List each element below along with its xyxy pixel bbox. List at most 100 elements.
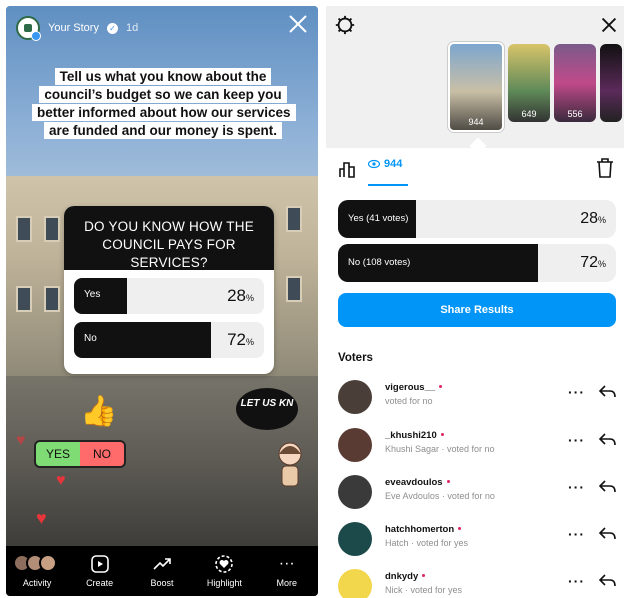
story-avatar[interactable] [16,16,41,41]
story-thumbnails-area: 944 649 556 [326,6,624,148]
result-label: No (108 votes) [348,257,411,268]
poll-option-percent: 28% [227,286,254,305]
thumbs-up-sticker: 👍 [80,395,118,428]
boost-button[interactable]: Boost [134,554,190,588]
yes-sticker-label: YES [36,442,80,466]
more-options-icon[interactable]: ··· [568,432,585,448]
more-options-icon[interactable]: ··· [568,384,585,400]
poll-option-label: Yes [84,289,101,300]
story-caption: Tell us what you know about the council’… [32,68,296,140]
reply-icon[interactable] [598,526,616,542]
poll-option-percent: 72% [227,330,254,349]
more-icon: ··· [278,555,295,572]
result-percent: 28% [580,210,606,227]
reels-icon [90,555,109,573]
voter-username[interactable]: vigerous__ [385,382,443,393]
gear-icon[interactable] [334,14,356,36]
boost-label: Boost [150,578,174,588]
voter-row[interactable]: vigerous__voted for no ··· [338,378,618,418]
result-label: Yes (41 votes) [348,213,409,224]
unread-dot-icon [458,527,462,530]
avatar[interactable] [338,380,372,414]
unread-dot-icon [446,480,450,483]
eye-icon [368,159,380,169]
result-bar-yes: Yes (41 votes) 28% [338,200,616,238]
reply-icon[interactable] [598,384,616,400]
story-thumbnail-strip: 944 649 556 [448,42,622,132]
more-button[interactable]: ··· More [259,554,315,588]
let-us-know-sticker: LET US KN [236,388,298,430]
poll-option-yes[interactable]: Yes 28% [74,278,264,314]
voter-row[interactable]: hatchhomerton Hatch · voted for yes ··· [338,520,618,560]
voter-row[interactable]: _khushi210 Khushi Sagar · voted for no ··· [338,426,618,466]
story-thumbnail[interactable] [600,44,622,122]
girl-sticker [278,442,302,487]
story-view: Your Story ✓ 1d Tell us what you know ab… [6,6,318,596]
activity-label: Activity [22,578,52,588]
poll-sticker[interactable]: DO YOU KNOW HOW THE COUNCIL PAYS FOR SER… [64,206,274,374]
heart-icon: ♥ [36,508,47,528]
heart-icon: ♥ [56,472,66,489]
poll-option-bar [74,278,128,314]
close-icon[interactable] [598,14,620,36]
verified-icon: ✓ [106,22,118,34]
insights-tabs: 944 [326,154,624,188]
story-time: 1d [125,22,139,34]
poll-question: DO YOU KNOW HOW THE COUNCIL PAYS FOR SER… [64,206,274,270]
bar-chart-icon[interactable] [338,160,356,178]
thumbnail-view-count: 944 [468,117,484,127]
voters-heading: Voters [338,352,373,364]
share-results-button[interactable]: Share Results [338,293,616,327]
story-bottom-bar: Activity Create Boost Highlight ··· More [6,546,318,596]
more-label: More [276,578,297,588]
voter-subtitle: Nick · voted for yes [385,585,463,595]
thumbnail-view-count: 556 [567,109,583,119]
voter-subtitle: voted for no [385,396,433,406]
voter-subtitle: Hatch · voted for yes [385,538,469,548]
more-options-icon[interactable]: ··· [568,479,585,495]
highlight-button[interactable]: Highlight [196,554,252,588]
viewers-avatars [12,554,57,574]
result-bar-no: No (108 votes) 72% [338,244,616,282]
heart-circle-icon [215,555,234,573]
voter-subtitle: Khushi Sagar · voted for no [385,444,495,454]
more-options-icon[interactable]: ··· [568,526,585,542]
avatar[interactable] [338,522,372,556]
voter-subtitle: Eve Avdoulos · voted for no [385,491,495,501]
story-thumbnail[interactable]: 944 [448,42,504,132]
create-label: Create [86,578,114,588]
thumbnail-view-count: 649 [521,109,537,119]
tab-underline [368,184,408,186]
poll-option-no[interactable]: No 72% [74,322,264,358]
views-count: 944 [384,158,403,170]
voter-row[interactable]: dnkydy Nick · voted for yes ··· [338,567,618,598]
more-options-icon[interactable]: ··· [568,573,585,589]
close-icon[interactable] [286,12,310,36]
trend-icon [153,558,171,570]
highlight-label: Highlight [206,578,242,588]
voter-username[interactable]: dnkydy [385,571,426,582]
avatar[interactable] [338,569,372,598]
story-username[interactable]: Your Story [48,22,99,34]
reply-icon[interactable] [598,432,616,448]
reply-icon[interactable] [598,573,616,589]
poll-insights-panel: 944 649 556 944 Yes (41 votes) 28% No (1… [326,6,624,598]
voter-username[interactable]: eveavdoulos [385,477,450,488]
story-thumbnail[interactable]: 556 [554,44,596,122]
trash-icon[interactable] [596,158,614,178]
create-button[interactable]: Create [72,554,128,588]
avatar[interactable] [338,475,372,509]
result-percent: 72% [580,254,606,271]
heart-icon: ♥ [16,432,26,449]
unread-dot-icon [439,385,443,388]
unread-dot-icon [440,433,444,436]
yes-no-sticker: YES NO [34,440,126,468]
voter-row[interactable]: eveavdoulos Eve Avdoulos · voted for no ··… [338,473,618,513]
voter-username[interactable]: hatchhomerton [385,524,462,535]
voter-username[interactable]: _khushi210 [385,430,444,441]
avatar[interactable] [338,428,372,462]
story-thumbnail[interactable]: 649 [508,44,550,122]
reply-icon[interactable] [598,479,616,495]
activity-button[interactable]: Activity [9,554,65,588]
tab-views[interactable]: 944 [368,158,402,170]
